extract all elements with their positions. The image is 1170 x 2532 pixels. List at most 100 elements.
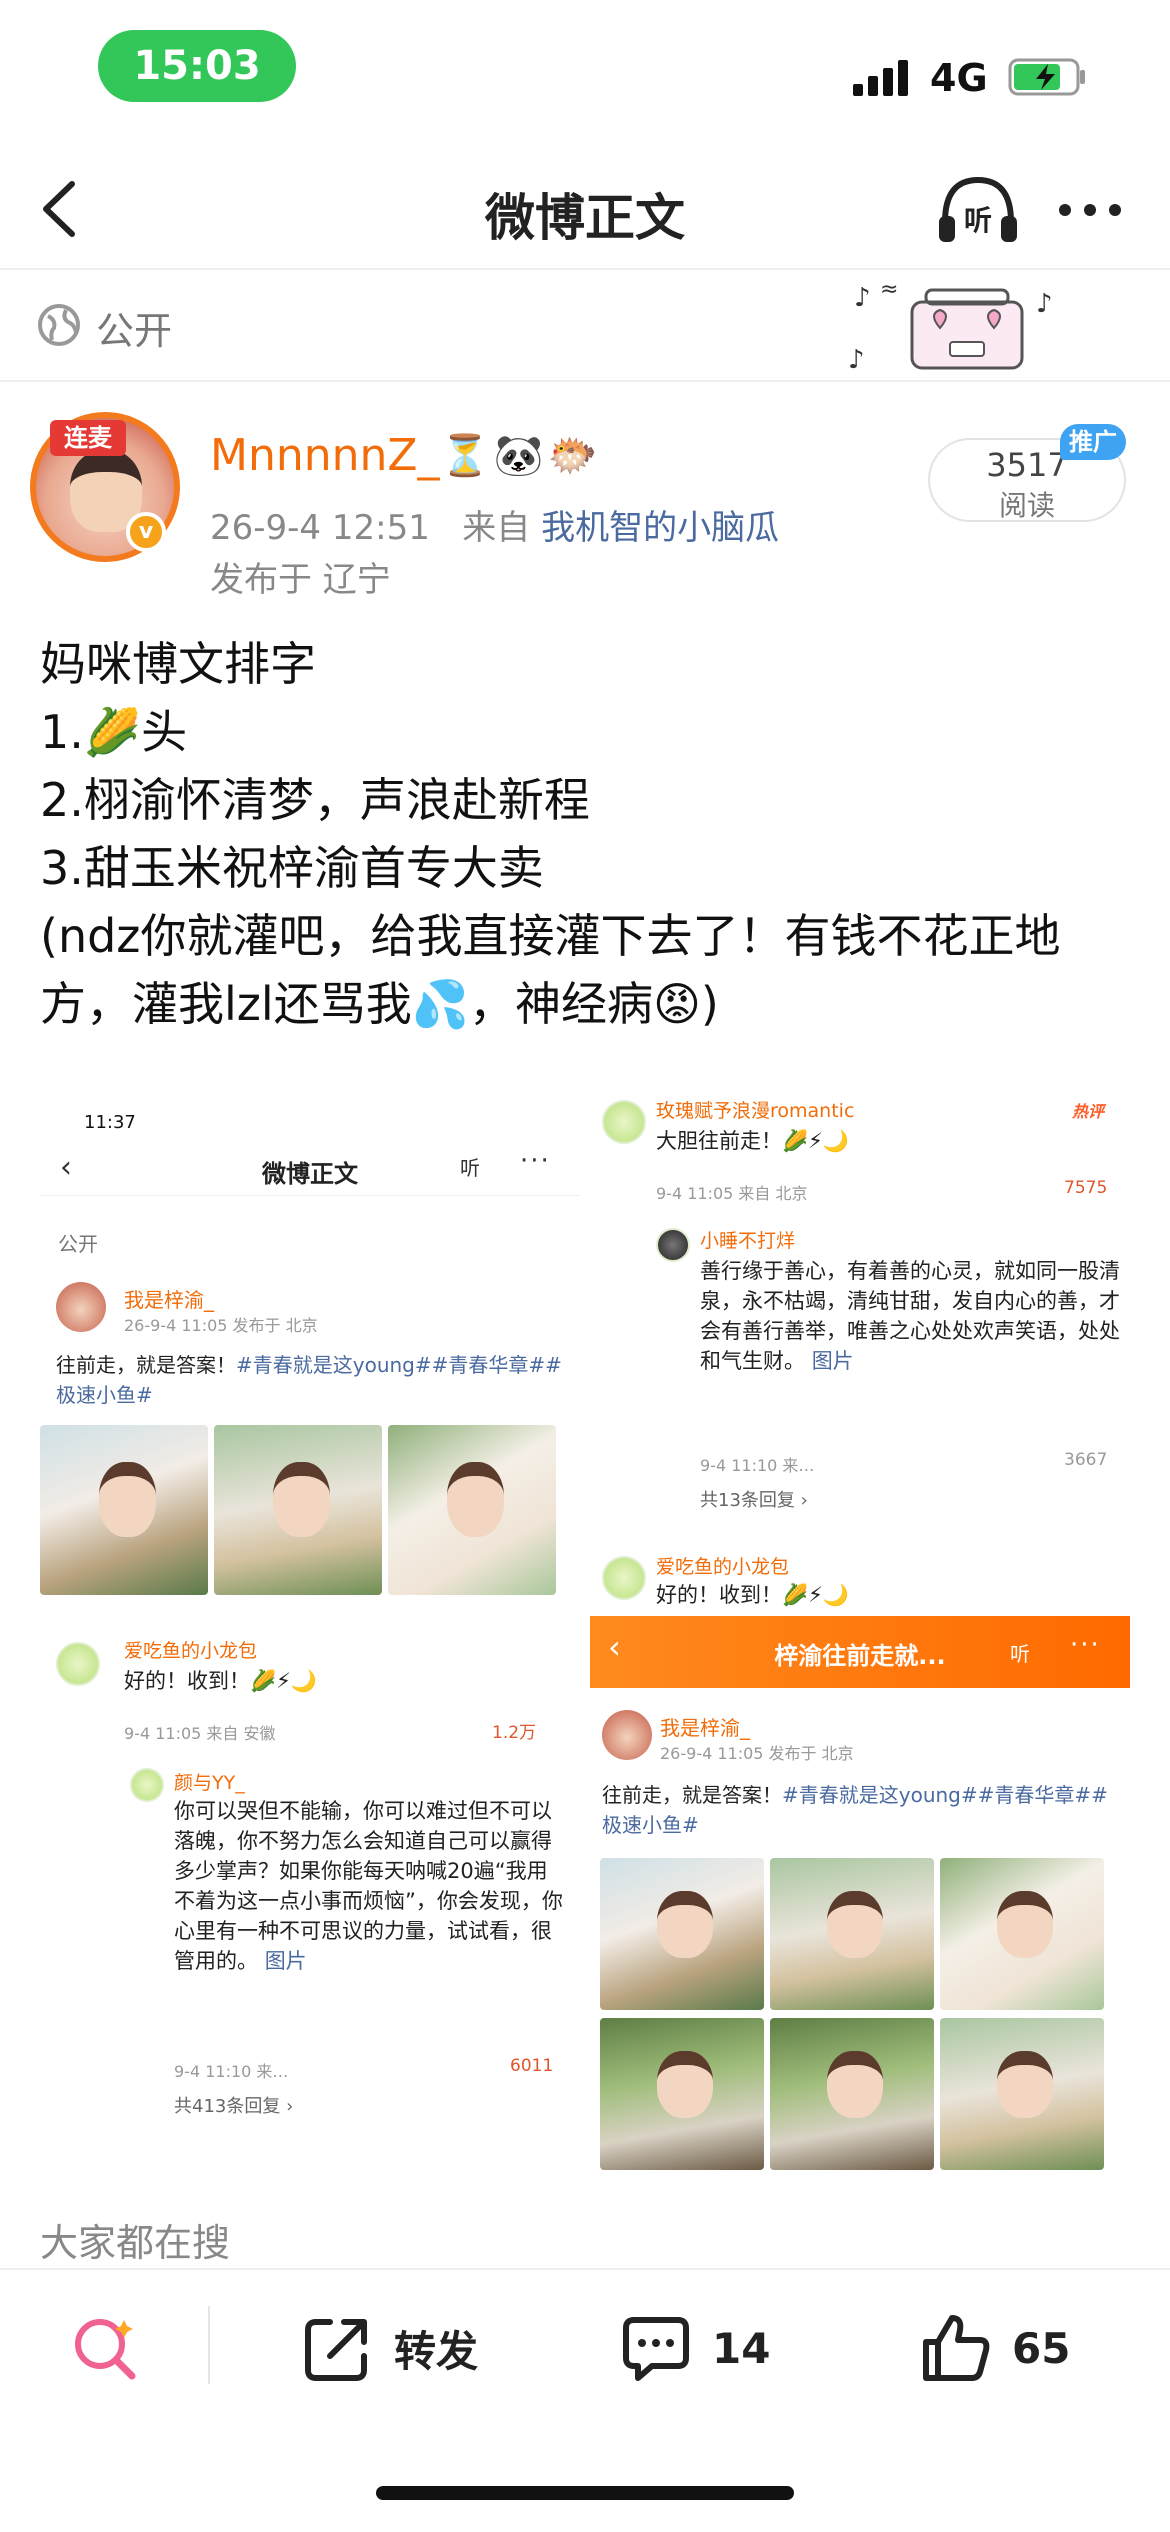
embedded-post-author: 我是梓渝_ bbox=[124, 1288, 214, 1312]
embedded-screenshot-right: 玫瑰赋予浪漫romantic 热评 大胆往前走！🌽⚡🌙 9-4 11:05 来自… bbox=[590, 1080, 1130, 2170]
embedded-nav-bar: ‹ 微博正文 听 ··· bbox=[40, 1140, 580, 1196]
listen-label: 听 bbox=[964, 204, 992, 237]
reply-author: 颜与YY_ bbox=[174, 1772, 245, 1794]
reply-like-count: 3667 bbox=[1064, 1450, 1108, 1470]
promote-badge[interactable]: 推广 bbox=[1060, 424, 1126, 460]
comment-avatar bbox=[602, 1100, 646, 1144]
post-source[interactable]: 我机智的小脑瓜 bbox=[541, 508, 779, 548]
embedded-orange-nav: ‹ 梓渝往前走就... 听 ··· bbox=[590, 1616, 1130, 1688]
reply-avatar bbox=[130, 1768, 164, 1802]
more-options-icon[interactable] bbox=[1055, 192, 1125, 228]
comment-avatar bbox=[56, 1642, 100, 1686]
post-location: 发布于 辽宁 bbox=[210, 560, 391, 600]
globe-icon bbox=[38, 304, 80, 346]
reply-avatar bbox=[656, 1228, 690, 1262]
svg-text:♪: ♪ bbox=[854, 283, 871, 313]
like-count: 65 bbox=[1012, 2323, 1071, 2373]
embedded-visibility: 公开 bbox=[58, 1232, 98, 1256]
trending-search-header: 大家都在搜 bbox=[40, 2221, 231, 2265]
reply-text: 你可以哭但不能输，你可以难过但不可以落魄，你不努力怎么会知道自己可以赢得多少掌声… bbox=[174, 1799, 563, 1973]
author-name[interactable]: MnnnnnZ_ bbox=[210, 430, 440, 481]
comment-button[interactable]: 14 bbox=[618, 2308, 770, 2388]
reply-author: 小睡不打烊 bbox=[700, 1230, 796, 1252]
comment-author: 爱吃鱼的小龙包 bbox=[656, 1556, 790, 1578]
embedded-photo bbox=[940, 2018, 1104, 2170]
name-emoji-badges: ⏳ 🐼 🐡 bbox=[440, 432, 597, 484]
embedded-post-text: 往前走，就是答案！#青春就是这young##青春华章##极速小鱼# bbox=[56, 1353, 562, 1407]
comment-author: 玫瑰赋予浪漫romantic bbox=[656, 1100, 855, 1122]
post-content: 妈咪博文排字 1.🌽头 2.栩渝怀清梦，声浪赴新程 3.甜玉米祝梓渝首专大卖 (… bbox=[40, 630, 1140, 1038]
bottom-toolbar: 转发 14 65 bbox=[0, 2268, 1170, 2418]
comment-author: 爱吃鱼的小龙包 bbox=[124, 1640, 258, 1662]
comment-count: 14 bbox=[712, 2323, 771, 2373]
repost-label: 转发 bbox=[394, 2326, 479, 2376]
comment-avatar bbox=[602, 1556, 646, 1600]
embedded-more-icon: ··· bbox=[520, 1146, 551, 1176]
embedded-photo bbox=[600, 2018, 764, 2170]
embedded-listen-label: 听 bbox=[1010, 1642, 1030, 1666]
embedded-post-meta: 26-9-4 11:05 发布于 北京 bbox=[124, 1316, 318, 1335]
more-replies-link: 共13条回复 › bbox=[700, 1490, 808, 1511]
like-button[interactable]: 65 bbox=[918, 2308, 1070, 2388]
comment-like-count: 1.2万 bbox=[492, 1723, 537, 1743]
network-type: 4G bbox=[930, 56, 988, 100]
toolbar-divider bbox=[208, 2306, 210, 2384]
verified-badge-icon: v bbox=[126, 512, 166, 552]
repost-icon bbox=[305, 2319, 367, 2381]
embedded-nav-title: 微博正文 bbox=[262, 1160, 358, 1188]
battery-charging-icon bbox=[1008, 58, 1085, 96]
panda-icon: 🐼 bbox=[493, 433, 544, 479]
post-meta: 26-9-4 12:51 来自 我机智的小脑瓜 bbox=[210, 500, 779, 549]
visibility-label: 公开 bbox=[96, 309, 173, 353]
embedded-photo bbox=[940, 1858, 1104, 2010]
svg-text:≈: ≈ bbox=[880, 277, 898, 302]
listen-headphones-icon[interactable]: 听 bbox=[935, 172, 1021, 248]
embedded-post-text: 往前走，就是答案！#青春就是这young##青春华章##极速小鱼# bbox=[602, 1783, 1108, 1837]
comment-text: 好的！收到！🌽⚡🌙 bbox=[656, 1583, 850, 1607]
reply-text: 善行缘于善心，有着善的心灵，就如同一股清泉，永不枯竭，清纯甘甜，发自内心的善，才… bbox=[700, 1259, 1120, 1373]
home-indicator bbox=[376, 2486, 794, 2500]
svg-text:♪: ♪ bbox=[1036, 289, 1053, 319]
nav-bar: 微博正文 听 bbox=[0, 150, 1170, 270]
embedded-orange-title: 梓渝往前走就... bbox=[774, 1642, 946, 1670]
post-line: (ndz你就灌吧，给我直接灌下去了！有钱不花正地方，灌我lzl还骂我💦，神经病😡… bbox=[40, 909, 1061, 1031]
reply-meta: 9-4 11:10 来… bbox=[174, 2062, 289, 2081]
comment-meta: 9-4 11:05 来自 北京 bbox=[656, 1184, 808, 1203]
boombox-decoration-icon: ♪ ≈ ♪ ♪ bbox=[848, 277, 1053, 375]
hourglass-icon: ⏳ bbox=[440, 433, 490, 479]
embedded-photo bbox=[40, 1425, 208, 1595]
cellular-signal-icon bbox=[853, 60, 908, 96]
hot-comment-badge: 热评 bbox=[1072, 1102, 1105, 1121]
repost-button[interactable]: 转发 bbox=[300, 2308, 478, 2388]
more-replies-link: 共413条回复 › bbox=[174, 2096, 294, 2117]
svg-text:♪: ♪ bbox=[848, 345, 865, 375]
embedded-photo bbox=[600, 1858, 764, 2010]
embedded-post-avatar bbox=[602, 1710, 652, 1760]
source-prefix: 来自 bbox=[462, 508, 531, 548]
embedded-post-meta: 26-9-4 11:05 发布于 北京 bbox=[660, 1744, 854, 1763]
embedded-photo bbox=[770, 1858, 934, 2010]
embedded-status-time: 11:37 bbox=[84, 1112, 136, 1133]
embedded-listen-label: 听 bbox=[460, 1156, 480, 1180]
avatar-live-tag: 连麦 bbox=[50, 420, 126, 456]
embedded-post-author: 我是梓渝_ bbox=[660, 1716, 750, 1740]
comment-meta: 9-4 11:05 来自 安徽 bbox=[124, 1724, 276, 1743]
embedded-photo bbox=[770, 2018, 934, 2170]
pufferfish-icon: 🐡 bbox=[547, 433, 598, 479]
reply-like-count: 6011 bbox=[510, 2056, 554, 2076]
embedded-screenshot-left: 11:37 ‹ 微博正文 听 ··· 公开 我是梓渝_ 26-9-4 11:05… bbox=[40, 1080, 580, 2170]
comment-text: 好的！收到！🌽⚡🌙 bbox=[124, 1669, 318, 1693]
embedded-more-icon: ··· bbox=[1070, 1630, 1101, 1660]
post-line: 妈咪博文排字 bbox=[40, 637, 316, 691]
status-time: 15:03 bbox=[98, 30, 296, 102]
post-line: 3.甜玉米祝梓渝首专大卖 bbox=[40, 841, 544, 895]
search-icon[interactable] bbox=[66, 2310, 142, 2386]
comment-icon bbox=[623, 2317, 689, 2381]
comment-like-count: 7575 bbox=[1064, 1178, 1108, 1198]
reply-meta: 9-4 11:10 来… bbox=[700, 1456, 815, 1475]
embedded-post-avatar bbox=[56, 1282, 106, 1332]
visibility-row: 公开 ♪ ≈ ♪ ♪ bbox=[0, 272, 1170, 382]
post-timestamp: 26-9-4 12:51 bbox=[210, 508, 430, 548]
comment-text: 大胆往前走！🌽⚡🌙 bbox=[656, 1129, 850, 1153]
post-image-collage[interactable]: 11:37 ‹ 微博正文 听 ··· 公开 我是梓渝_ 26-9-4 11:05… bbox=[40, 1080, 1130, 2170]
